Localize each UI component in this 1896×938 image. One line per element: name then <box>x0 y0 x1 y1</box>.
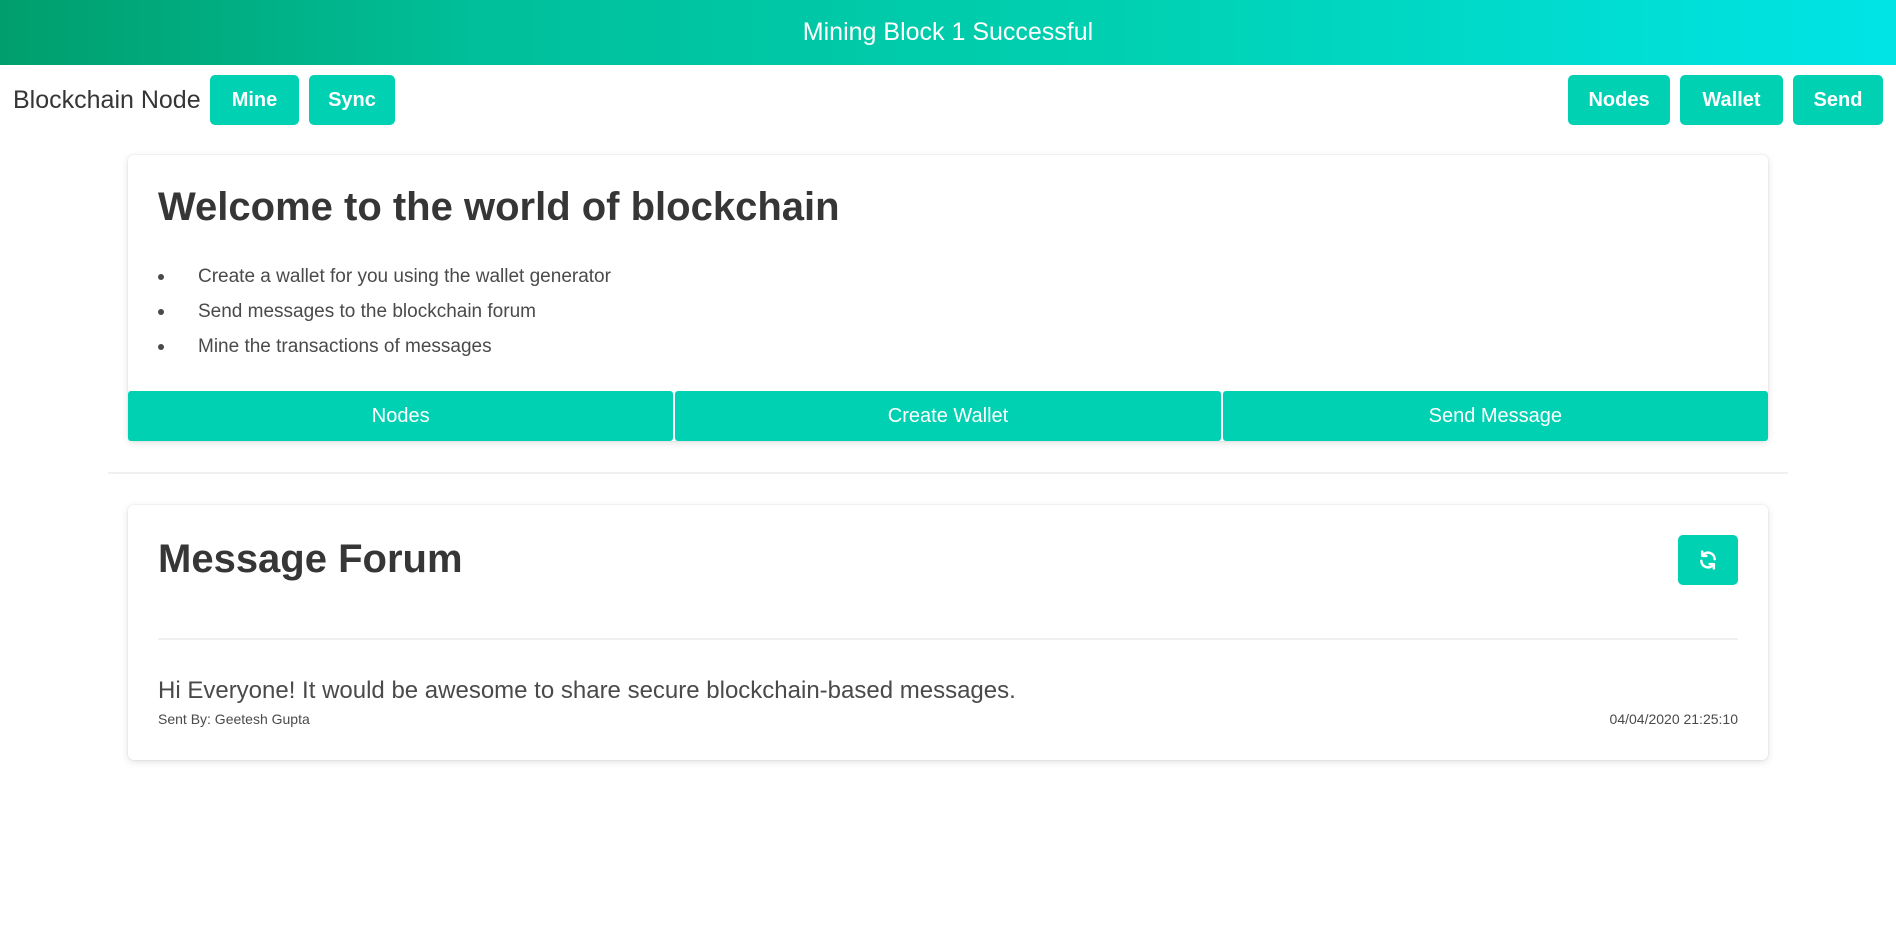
wallet-nav-button[interactable]: Wallet <box>1680 75 1783 125</box>
notification-text: Mining Block 1 Successful <box>802 18 1094 46</box>
welcome-card: Welcome to the world of blockchain Creat… <box>128 155 1768 441</box>
sync-button[interactable]: Sync <box>309 75 395 125</box>
refresh-button[interactable] <box>1678 535 1738 585</box>
welcome-title: Welcome to the world of blockchain <box>158 185 840 229</box>
mine-button[interactable]: Mine <box>210 75 299 125</box>
refresh-icon <box>1700 550 1716 570</box>
message-timestamp: 04/04/2020 21:25:10 <box>1609 711 1738 727</box>
list-item-text: Create a wallet for you using the wallet… <box>198 266 611 287</box>
message-sender: Sent By: Geetesh Gupta <box>158 711 310 727</box>
message-text: Hi Everyone! It would be awesome to shar… <box>158 677 1016 704</box>
list-item-text: Mine the transactions of messages <box>198 336 492 357</box>
send-nav-button[interactable]: Send <box>1793 75 1883 125</box>
message-forum-card: Message Forum Hi Everyone! It would be a… <box>128 505 1768 760</box>
create-wallet-button[interactable]: Create Wallet <box>675 391 1221 441</box>
nodes-nav-button[interactable]: Nodes <box>1568 75 1670 125</box>
list-item-text: Send messages to the blockchain forum <box>198 301 536 322</box>
list-item: Create a wallet for you using the wallet… <box>158 259 611 294</box>
bullet-icon <box>158 274 164 280</box>
list-item: Send messages to the blockchain forum <box>158 294 611 329</box>
bullet-icon <box>158 344 164 350</box>
forum-title: Message Forum <box>158 537 463 581</box>
welcome-list: Create a wallet for you using the wallet… <box>158 259 611 364</box>
bullet-icon <box>158 309 164 315</box>
welcome-card-footer: Nodes Create Wallet Send Message <box>128 391 1768 441</box>
navbar: Blockchain Node Mine Sync Nodes Wallet S… <box>0 65 1896 135</box>
section-divider <box>108 472 1788 474</box>
nodes-button[interactable]: Nodes <box>128 391 674 441</box>
notification-banner: Mining Block 1 Successful <box>0 0 1896 65</box>
forum-divider <box>158 638 1738 640</box>
brand-title[interactable]: Blockchain Node <box>13 86 201 115</box>
list-item: Mine the transactions of messages <box>158 329 611 364</box>
send-message-button[interactable]: Send Message <box>1222 391 1768 441</box>
